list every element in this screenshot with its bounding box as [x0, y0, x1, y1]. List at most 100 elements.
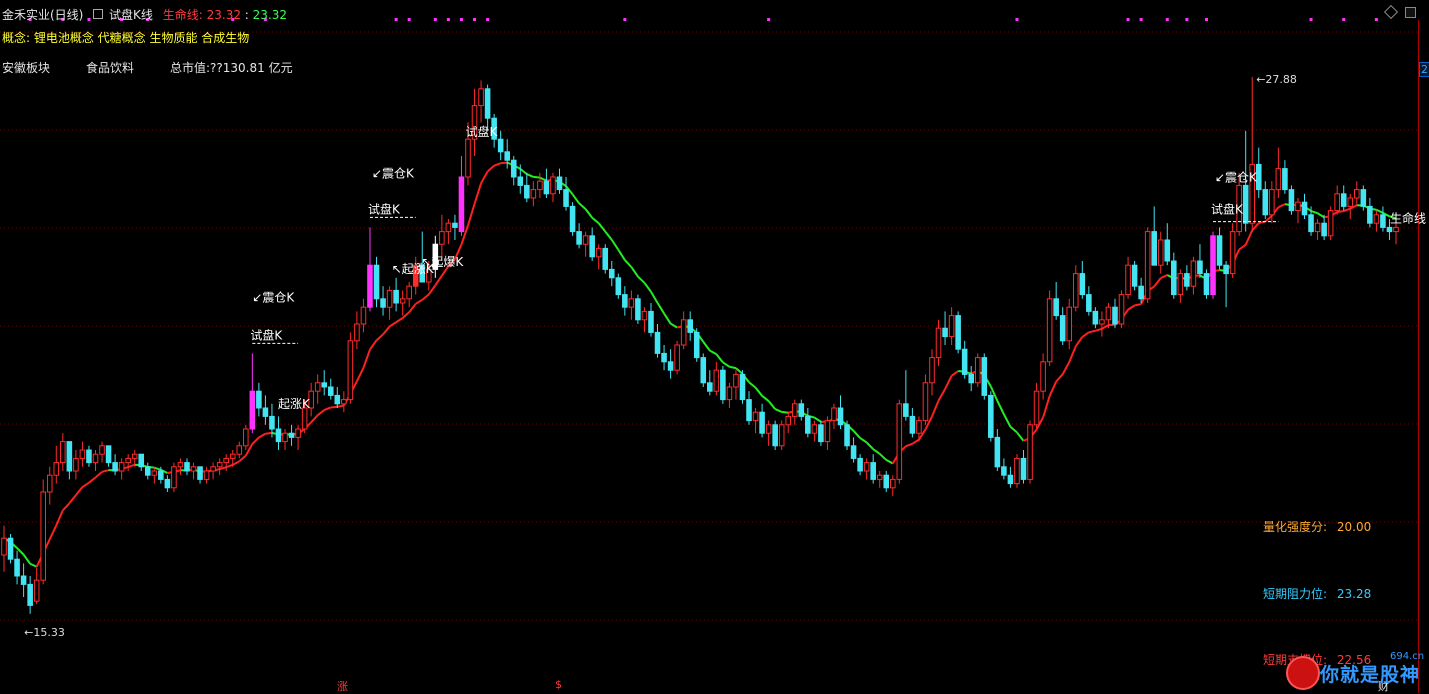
candle-body	[1276, 169, 1281, 190]
annotation-label: 试盘K	[250, 327, 283, 342]
high-price-label: ←27.88	[1256, 73, 1297, 86]
candle-body	[400, 299, 405, 303]
lifeline-segment	[17, 548, 24, 555]
candle-body	[891, 479, 896, 487]
indicator-name[interactable]: 试盘K线	[109, 8, 153, 22]
signal-dot	[1205, 18, 1208, 21]
lifeline-segment	[631, 267, 638, 276]
candle-body	[159, 471, 164, 479]
candle-body	[1230, 232, 1235, 274]
lifeline-segment	[592, 218, 599, 224]
candle-body	[1243, 185, 1248, 223]
metric-strength: 量化强度分: 20.00	[1263, 518, 1371, 535]
candle-body	[407, 286, 412, 299]
candle-body	[41, 492, 46, 580]
metric-resistance: 短期阻力位: 23.28	[1263, 585, 1371, 602]
lifeline-segment	[997, 401, 1004, 414]
candle-body	[1224, 265, 1229, 273]
candle-body	[1361, 190, 1366, 207]
maximize-icon[interactable]	[1405, 7, 1416, 18]
lifeline-segment	[527, 174, 534, 177]
lifeline-segment	[1311, 211, 1318, 213]
lifeline-segment	[729, 367, 736, 368]
candle-body	[1152, 232, 1157, 266]
lifeline-segment	[945, 376, 952, 389]
indicator-icon[interactable]	[93, 9, 103, 19]
signal-dot	[1015, 18, 1018, 21]
candle-body	[1355, 190, 1360, 198]
candle-body	[564, 190, 569, 207]
candlestick-chart: ↙震仓K试盘K起涨K↙震仓K试盘K↖起涨K↖起爆K试盘K↙震仓K试盘K←27.8…	[0, 0, 1429, 693]
candle-body	[1289, 190, 1294, 211]
candle-body	[897, 404, 902, 480]
candle-body	[995, 437, 1000, 466]
candle-body	[283, 433, 288, 441]
candle-body	[1106, 307, 1111, 320]
stock-name[interactable]: 金禾实业(日线)	[2, 8, 83, 22]
candle-body	[936, 328, 941, 357]
candle-body	[838, 408, 843, 425]
lifeline-segment	[658, 303, 665, 314]
candle-body	[623, 295, 628, 308]
candle-body	[15, 559, 20, 576]
candle-body	[1067, 307, 1072, 341]
lifeline-segment	[220, 467, 227, 469]
logo-text: 你就是股神	[1320, 660, 1420, 687]
candle-body	[1263, 190, 1268, 215]
candle-body	[61, 442, 66, 463]
candle-body	[244, 429, 249, 446]
lifeline-segment	[1056, 374, 1063, 381]
lifeline-segment	[259, 434, 266, 438]
candle-body	[851, 446, 856, 459]
candle-body	[636, 299, 641, 320]
signal-dot	[408, 18, 411, 21]
candle-body	[93, 454, 98, 462]
lifeline-segment	[403, 312, 410, 318]
candle-body	[165, 479, 170, 487]
candle-body	[250, 391, 255, 429]
candle-body	[681, 320, 686, 345]
candle-body	[1028, 425, 1033, 480]
candle-body	[466, 139, 471, 177]
region-label: 安徽板块	[2, 59, 50, 76]
candle-body	[779, 425, 784, 446]
candle-body	[2, 538, 7, 555]
signal-dot	[1185, 18, 1188, 21]
lifeline-segment	[1154, 278, 1161, 286]
annotation-label: ↙震仓K	[372, 166, 415, 180]
lifeline-segment	[533, 177, 540, 178]
candle-body	[1296, 202, 1301, 210]
candle-body	[675, 345, 680, 370]
lifeline-segment	[886, 460, 893, 464]
candle-body	[381, 299, 386, 307]
candle-body	[708, 383, 713, 391]
candle-body	[498, 139, 503, 152]
lifeline-segment	[435, 276, 442, 286]
lifeline-segment	[422, 294, 429, 299]
candle-body	[446, 223, 451, 231]
candle-body	[590, 236, 595, 257]
lifeline-segment	[814, 417, 821, 421]
candle-body	[479, 89, 484, 106]
lifeline-segment	[1063, 362, 1070, 374]
lifeline-segment	[89, 478, 96, 483]
concepts-line: 概念: 锂电池概念 代糖概念 生物质能 合成生物	[2, 29, 249, 46]
lifeline-segment	[409, 304, 416, 312]
lifeline-segment	[625, 260, 632, 267]
candle-body	[570, 206, 575, 231]
marker-zhang: 涨	[337, 678, 348, 694]
lifeline-segment	[520, 169, 527, 174]
industry-label: 食品饮料	[86, 59, 134, 76]
lifeline-segment	[1050, 382, 1057, 396]
lifeline-segment	[1337, 211, 1344, 212]
lifeline-segment	[370, 340, 377, 349]
candle-body	[1204, 274, 1209, 295]
lifeline-segment	[775, 409, 782, 412]
candle-body	[1080, 274, 1085, 295]
annotation-label: ↙震仓K	[1215, 171, 1258, 185]
lifeline-segment	[24, 555, 31, 564]
candle-body	[1328, 211, 1333, 236]
candle-body	[322, 383, 327, 387]
candle-body	[930, 358, 935, 383]
candle-body	[694, 332, 699, 357]
